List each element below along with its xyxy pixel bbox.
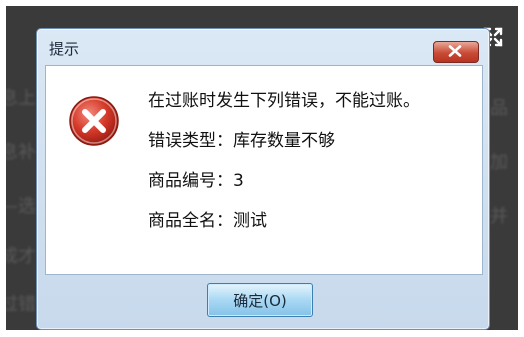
background-text: 加: [490, 152, 508, 173]
background-text: 并: [490, 206, 508, 227]
background-text: 品: [490, 98, 508, 119]
dialog-content: 在过账时发生下列错误，不能过账。 错误类型：库存数量不够 商品编号：3 商品全名…: [45, 65, 483, 275]
background-text: —选: [6, 196, 36, 217]
error-message: 在过账时发生下列错误，不能过账。: [148, 91, 420, 111]
background-text: 息补: [6, 142, 36, 163]
background-text: 成才: [6, 246, 36, 267]
dialog-titlebar: 提示: [37, 29, 489, 65]
background-window: 息上 息补 —选 成才 过错 品 加 并 提示: [6, 6, 518, 330]
ok-button[interactable]: 确定(O): [207, 283, 313, 317]
close-button[interactable]: [433, 41, 479, 63]
dialog-footer: 确定(O): [45, 275, 481, 323]
background-text: 过错: [6, 294, 36, 315]
error-type: 错误类型：库存数量不够: [148, 131, 335, 151]
error-icon: [69, 96, 119, 146]
error-dialog: 提示 在过账时发生下列错误，不能过账。 错误类型：库存数量不够 商品编号：3 商…: [36, 28, 490, 330]
item-name: 商品全名：测试: [148, 211, 267, 231]
background-text: 息上: [6, 88, 36, 109]
close-icon: [448, 45, 462, 57]
dialog-title: 提示: [49, 40, 80, 58]
item-code: 商品编号：3: [148, 171, 244, 191]
